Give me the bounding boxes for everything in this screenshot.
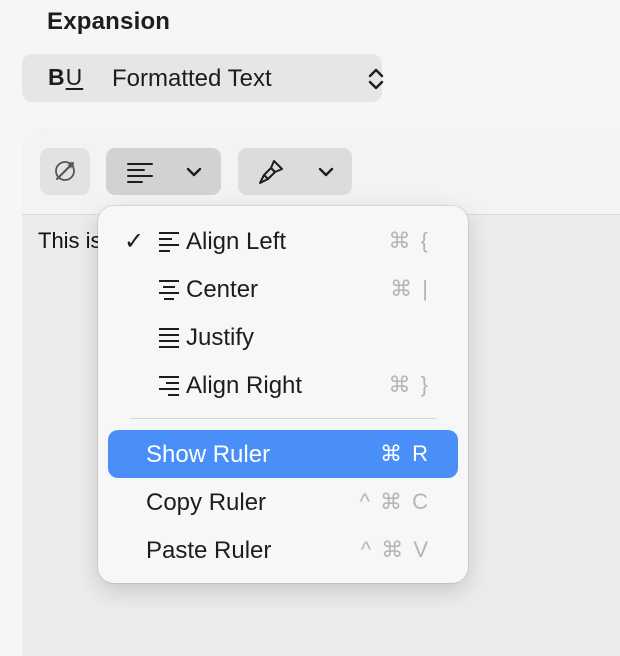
menu-item-label: Center	[186, 276, 259, 303]
alignment-menu: ✓ Align Left ⌘ { Center ⌘ | Justify Alig…	[98, 206, 468, 583]
paint-menu-button[interactable]	[238, 148, 352, 195]
editor-body-text[interactable]: This is	[38, 228, 102, 254]
menu-item-justify[interactable]: Justify	[108, 313, 458, 361]
chevron-down-icon	[186, 167, 202, 177]
align-left-icon	[127, 163, 153, 183]
menu-item-label: Align Left	[186, 228, 287, 255]
menu-item-center[interactable]: Center ⌘ |	[108, 265, 458, 313]
editor-toolbar	[22, 128, 620, 215]
text-format-popup-button[interactable]: BU Formatted Text	[22, 54, 384, 102]
align-center-icon	[159, 280, 179, 300]
app-window: Expansion BU Formatted Text This is ✓ Al…	[0, 0, 620, 656]
align-left-icon	[159, 232, 179, 252]
menu-item-shortcut: ⌘ |	[390, 276, 430, 301]
writing-tools-icon	[55, 161, 75, 181]
menu-item-label: Copy Ruler	[146, 489, 267, 516]
menu-item-align-right[interactable]: Align Right ⌘ }	[108, 361, 458, 409]
menu-item-label: Align Right	[186, 372, 303, 399]
menu-item-label: Paste Ruler	[146, 537, 272, 564]
writing-tools-button[interactable]	[40, 148, 90, 195]
menu-item-shortcut: ⌘ R	[380, 441, 430, 466]
menu-item-align-left[interactable]: ✓ Align Left ⌘ {	[108, 217, 458, 265]
menu-item-show-ruler[interactable]: Show Ruler ⌘ R	[108, 430, 458, 478]
menu-item-shortcut: ⌘ {	[388, 228, 430, 253]
alignment-menu-button[interactable]	[106, 148, 221, 195]
menu-item-shortcut: ⌘ }	[388, 372, 430, 397]
menu-separator	[130, 418, 436, 419]
up-down-chevron-icon	[368, 68, 384, 90]
align-right-icon	[159, 376, 179, 396]
section-title: Expansion	[47, 8, 171, 35]
menu-item-paste-ruler[interactable]: Paste Ruler ^ ⌘ V	[108, 526, 458, 574]
align-justify-icon	[159, 328, 179, 348]
bold-underline-glyph: BU	[48, 64, 84, 90]
menu-item-copy-ruler[interactable]: Copy Ruler ^ ⌘ C	[108, 478, 458, 526]
chevron-down-icon	[318, 167, 334, 177]
menu-item-label: Justify	[186, 324, 255, 351]
format-popup-value: Formatted Text	[112, 65, 272, 92]
menu-item-label: Show Ruler	[146, 441, 271, 468]
checkmark-icon: ✓	[124, 228, 145, 255]
menu-item-shortcut: ^ ⌘ V	[360, 537, 430, 562]
paintbrush-icon	[259, 160, 283, 184]
menu-item-shortcut: ^ ⌘ C	[359, 489, 430, 514]
